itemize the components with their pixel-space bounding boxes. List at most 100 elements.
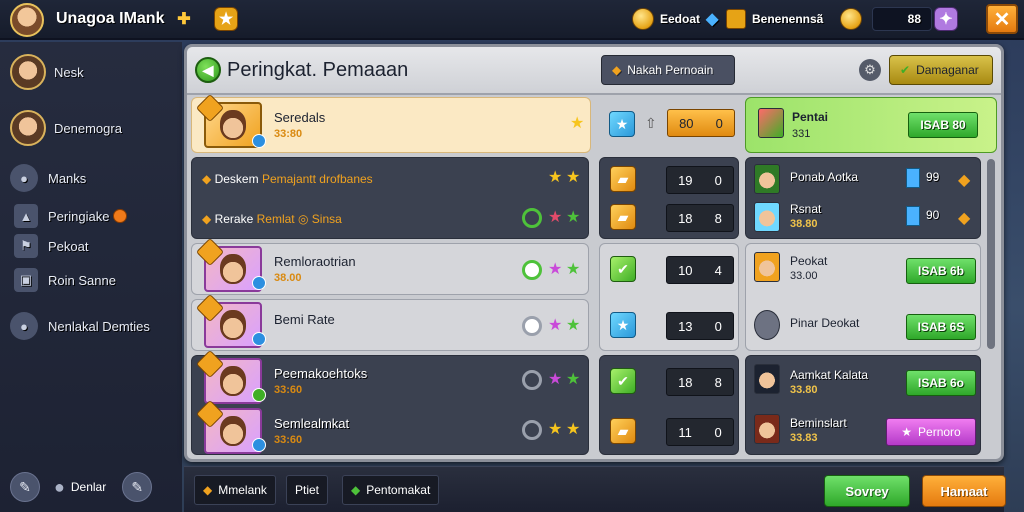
leaderboard-panel: ◀ Peringkat. Pemaaan ◆ Nakah Pernoain ⚙ … [184,44,1004,462]
gold-coin-icon [840,8,862,30]
star-icon: ★ [566,421,581,438]
app-title: Unagoa IMank [56,10,165,27]
gear-icon [754,310,780,340]
star-icon: ★ [566,317,581,334]
profile-link[interactable]: ● Denlar [54,477,106,498]
medal-icon: ◆ [203,483,213,497]
claim-button[interactable]: ISAB 6o [906,370,976,396]
sidebar-item-nesk[interactable]: Nesk [10,54,84,90]
featured-reward-row[interactable]: Pentai 331 ISAB 80 [745,97,997,153]
sidebar-item-denemogra[interactable]: Denemogra [10,110,122,146]
gem-icon: ◆ [351,483,361,497]
star-icon: ★ [566,261,581,278]
verified-icon [252,388,266,402]
star-icon: ★ [548,421,563,438]
score-block-2: ✔ 10 4 ★ 13 0 [599,243,739,351]
close-button[interactable]: ✕ [986,4,1018,34]
gem-icon [906,168,920,188]
star-icon: ★ [570,115,585,132]
verified-icon [252,276,266,290]
star-icon: ★ [901,425,913,439]
list-item[interactable]: ◆ Rerake Remlat ◎ Sinsa [202,212,342,226]
chevron-icon: ◆ [202,212,212,226]
chest-icon: ▰ [610,204,636,230]
chest-icon: ◆ [612,63,622,77]
person-icon: ● [54,476,65,497]
featured-player-row[interactable]: Seredals 33:80 ★ [191,93,591,153]
ticket-icon[interactable]: ✦ [934,7,958,31]
sidebar-item-pekoat[interactable]: ⚑ Pekoat [10,234,88,258]
bottom-bar: ◆ Mmelank Ptiet ◆ Pentomakat Sovrey Hama… [184,466,1006,512]
reward-name: Pinar Deokat [790,316,860,330]
edit-icon[interactable]: ✎ [10,472,40,502]
reward-amount: 331 [792,128,811,140]
claim-button[interactable]: ISAB 80 [908,112,978,138]
chevron-icon: ◆ [202,172,212,186]
tab-ptiet[interactable]: Ptiet [286,475,329,505]
player-name: Bemi Rate [274,312,335,327]
check-icon: ✔ [610,256,636,282]
purple-action-button[interactable]: ★ Pernoro [886,418,976,446]
score-block-3: ✔ 18 8 ▰ 11 0 [599,355,739,455]
trophy-icon[interactable]: ★ [214,7,238,31]
verified-icon [252,134,266,148]
star-badge-icon: ★ [609,111,635,137]
avatar [10,54,46,90]
level-ring [522,208,542,228]
tab-pentomakat[interactable]: ◆ Pentomakat [342,475,440,505]
notification-badge [113,209,128,223]
player-score: 33:80 [274,128,303,140]
player-name: Peemakoehtoks [274,366,368,381]
sidebar-item-peringiake[interactable]: ▲ Peringiake [10,204,128,228]
claim-button[interactable]: ISAB 6b [906,258,976,284]
reward-block-1: Ponab Aotka 99 ◆ Rsnat 38.80 90 ◆ [745,157,981,239]
reward-amount: 33.00 [790,270,818,282]
star-icon: ★ [548,317,563,334]
list-item[interactable]: ◆ Deskem Pemajantt drofbanes [202,172,373,186]
level-ring [522,260,542,280]
pencil-icon[interactable]: ✎ [122,472,153,502]
gem-icon [906,206,920,226]
filter-button[interactable]: ◆ Nakah Pernoain [601,55,735,85]
panel-header: ◀ Peringkat. Pemaaan ◆ Nakah Pernoain ⚙ … [187,47,1001,95]
coin-icon: ◆ [958,210,971,227]
avatar [754,202,780,232]
back-button[interactable]: ◀ [195,57,221,83]
chest-icon [726,9,746,29]
player-score: 33:60 [274,384,303,396]
confirm-button[interactable]: Hamaat [922,475,1006,507]
sidebar-item-nenlakal-demties[interactable]: ● Nenlakal Demties [10,312,150,340]
table-row[interactable]: Semlealmkat 33:60 ★ ★ [192,399,590,456]
table-row[interactable]: Remloraotrian 38.00 ★ ★ [191,237,589,295]
flag-icon: ⚑ [14,234,38,258]
reward-icon [758,108,784,138]
reward-name: Beminslart [790,416,847,430]
chest-icon: ▰ [610,418,636,444]
score-box: 19 0 [666,166,734,194]
sidebar-item-roin-sanne[interactable]: ▣ Roin Sanne [10,268,116,292]
avatar [754,252,780,282]
avatar [754,164,780,194]
player-avatar[interactable] [10,3,44,37]
box-icon: ▣ [14,268,38,292]
survey-button[interactable]: Sovrey [824,475,910,507]
score-block-1: ▰ 19 0 ▰ 18 8 [599,157,739,239]
scrollbar[interactable] [987,159,995,349]
star-badge-icon: ★ [610,312,636,338]
star-icon: ★ [566,371,581,388]
avatar [10,110,46,146]
sidebar: Nesk Denemogra ● Manks ▲ Peringiake ⚑ Pe… [0,42,182,512]
sidebar-bottom: ✎ ● Denlar ✎ [10,472,153,502]
claim-button[interactable]: ISAB 6S [906,314,976,340]
tab-mmelank[interactable]: ◆ Mmelank [194,475,276,505]
gear-icon[interactable]: ⚙ [859,59,881,81]
reward-amount: 33.83 [790,432,818,444]
sidebar-item-manks[interactable]: ● Manks [10,164,86,192]
table-row[interactable]: Bemi Rate ★ ★ [191,293,589,351]
add-friend-icon[interactable]: ✚ [172,7,196,31]
player-name: Seredals [274,110,326,125]
reward-name: Peokat [790,254,828,268]
reward-name: Pentai [792,110,829,124]
table-row[interactable]: Peemakoehtoks 33:60 ★ ★ [192,349,590,406]
damaganar-button[interactable]: ✔ Damaganar [889,55,993,85]
